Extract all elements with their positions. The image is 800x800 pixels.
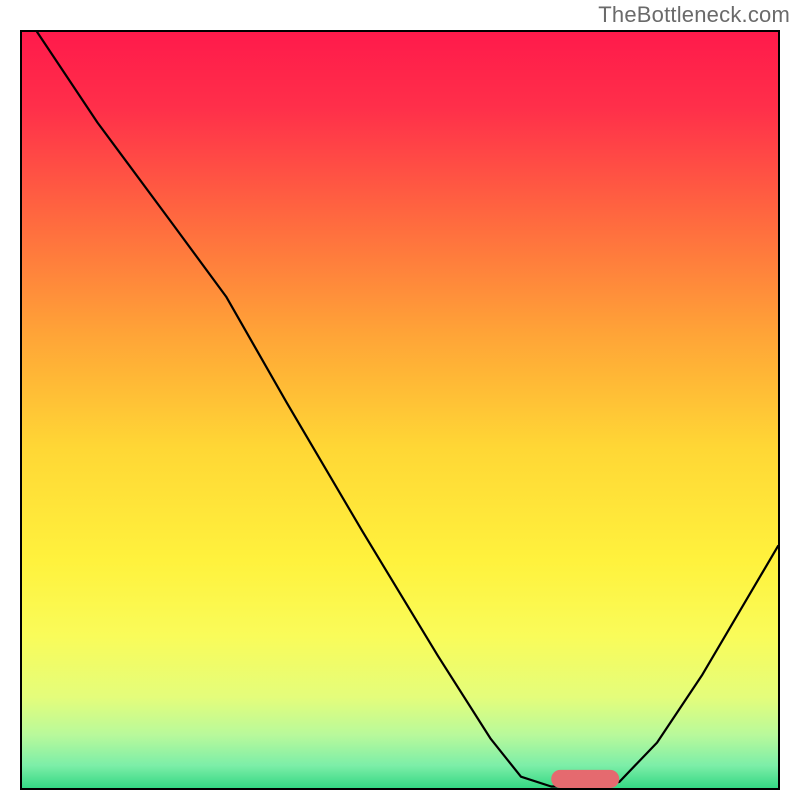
chart-frame	[20, 30, 780, 790]
optimal-highlight-marker	[551, 770, 619, 788]
chart-marker-layer	[22, 32, 778, 788]
watermark-text: TheBottleneck.com	[598, 2, 790, 28]
